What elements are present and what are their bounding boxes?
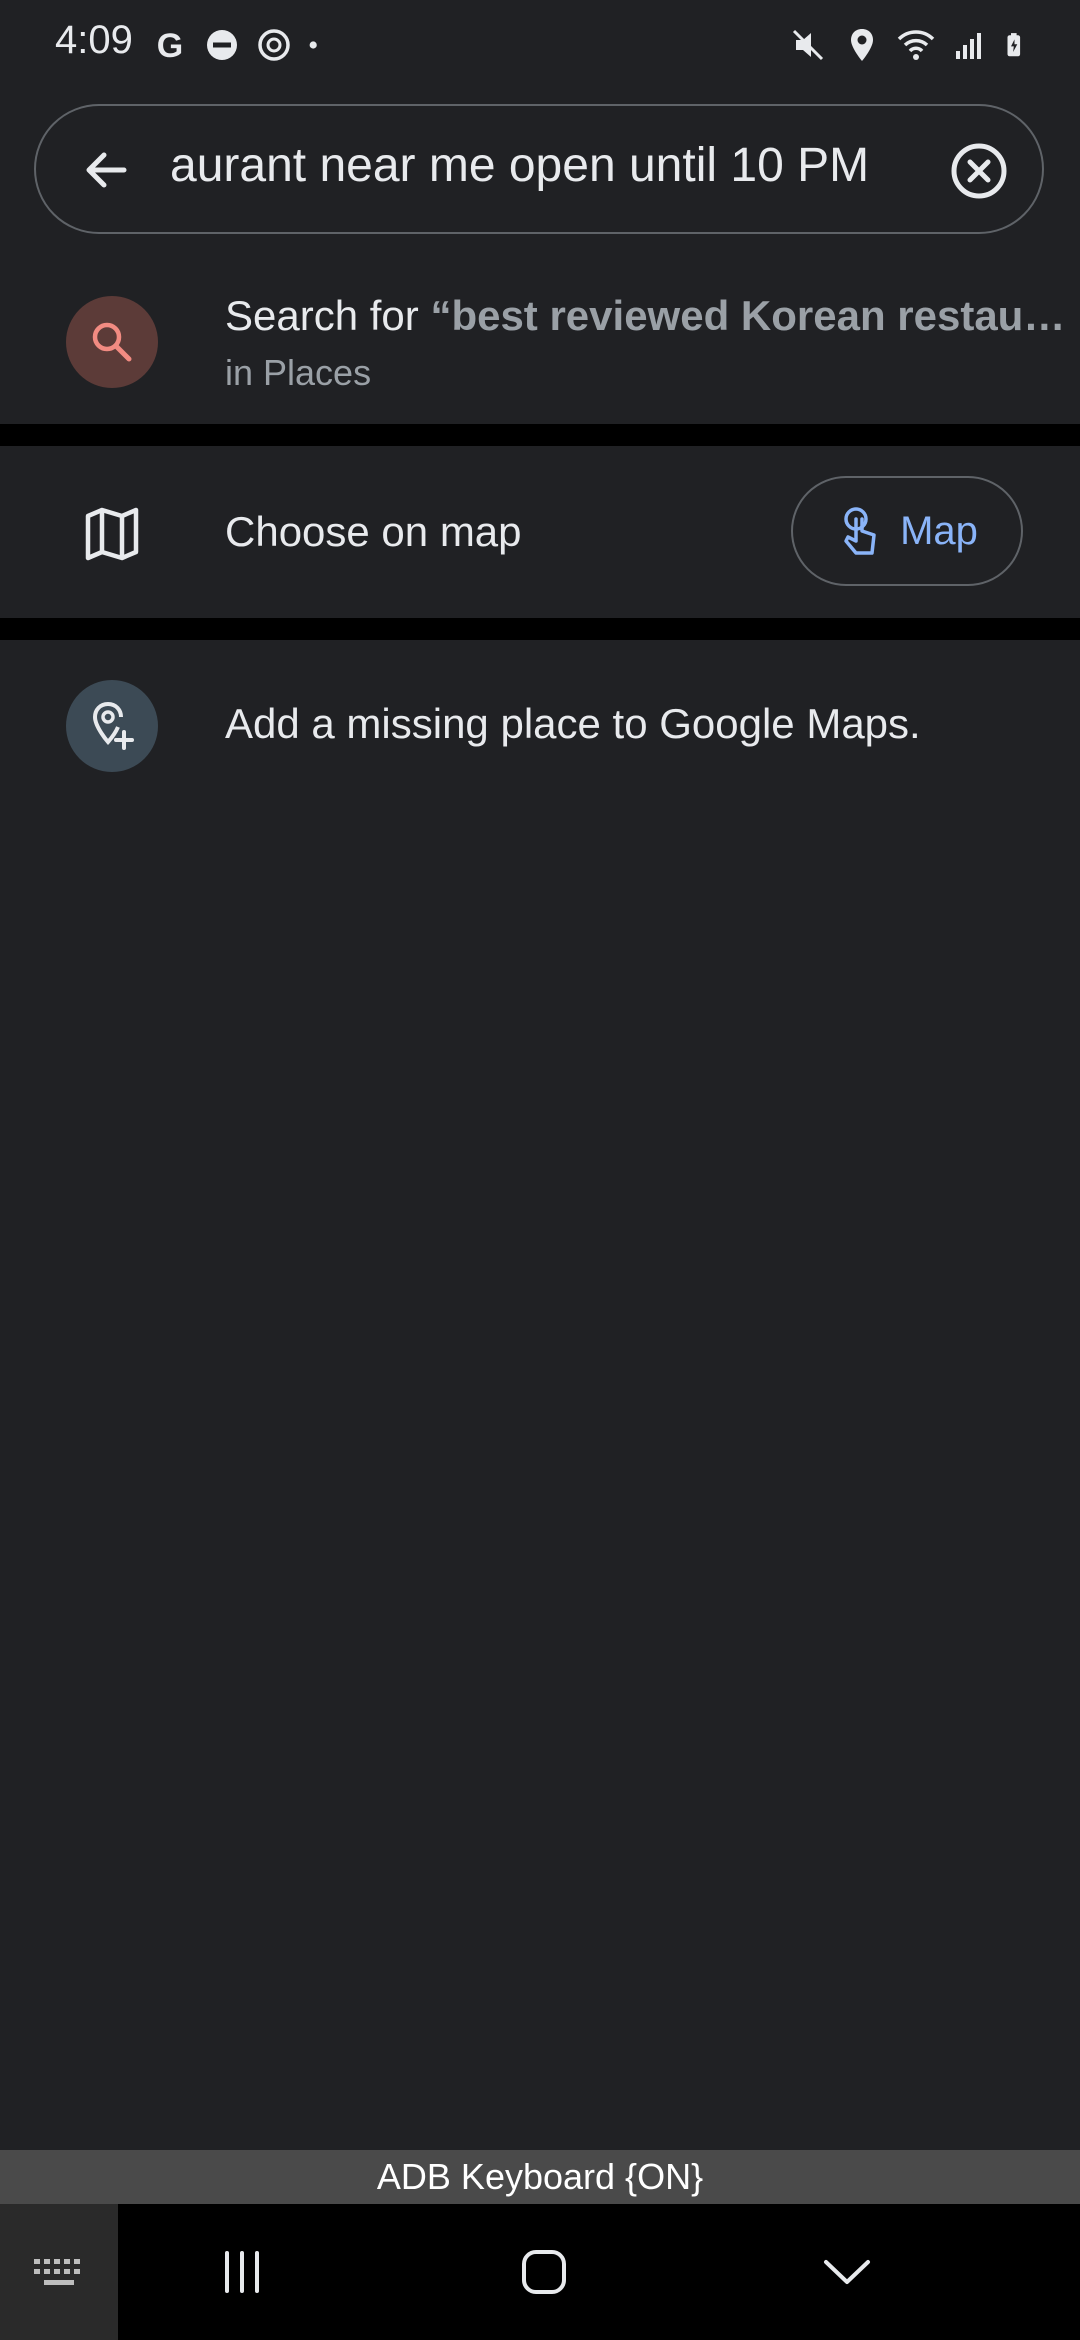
status-bar: 4:09 G [0,0,1080,90]
chevron-down-icon [824,2260,870,2284]
wifi-icon [897,30,935,60]
do-not-disturb-icon [207,30,237,60]
battery-charging-icon [1007,33,1021,57]
clear-search-button[interactable] [944,136,1014,206]
status-left-icons: G [150,22,330,68]
back-button[interactable] [66,130,146,210]
choose-on-map-row[interactable]: Choose on map Map [0,448,1080,618]
search-icon [92,322,132,362]
section-divider [0,424,1080,446]
recent-apps-icon [225,2251,259,2293]
choose-on-map-label: Choose on map [225,508,522,555]
suggestion-title: Search for “best reviewed Korean restau… [225,292,1080,340]
sync-icon [258,29,290,61]
section-divider [0,618,1080,640]
add-location-icon [92,702,134,750]
keyboard-icon [34,2259,80,2285]
search-query-text: aurant near me open until 10 PM [170,139,870,192]
dot-icon [309,41,317,49]
clear-icon [951,143,1007,199]
keyboard-switch-button[interactable] [0,2204,118,2340]
search-bar[interactable]: aurant near me open until 10 PM [34,104,1044,234]
suggestion-prefix: Search for [225,292,431,339]
signal-icon [956,33,981,59]
keyboard-status-banner: ADB Keyboard {ON} [0,2150,1080,2204]
svg-text:G: G [157,27,183,65]
mute-icon [792,29,824,61]
keyboard-status-text: ADB Keyboard {ON} [376,2156,704,2197]
home-icon [522,2250,566,2294]
map-icon [85,507,139,561]
hide-keyboard-button[interactable] [802,2232,892,2312]
recent-apps-button[interactable] [197,2232,287,2312]
status-time: 4:09 [55,18,133,62]
location-icon [851,29,873,61]
search-input[interactable]: aurant near me open until 10 PM [170,138,950,193]
map-button[interactable]: Map [791,476,1023,586]
status-right-icons [788,22,1032,68]
suggestion-subtitle: in Places [225,352,372,393]
add-place-icon-container [66,680,158,772]
add-missing-place-label: Add a missing place to Google Maps. [225,700,921,747]
arrow-back-icon [86,152,127,188]
home-button[interactable] [499,2232,589,2312]
google-g-icon: G [157,27,183,65]
suggestion-query: “best reviewed Korean restau… [430,292,1066,339]
touch-icon [844,507,876,555]
search-suggestion-item[interactable]: Search for “best reviewed Korean restau…… [0,272,1080,424]
map-button-label: Map [900,508,978,553]
suggestion-icon-container [66,296,158,388]
navigation-bar [0,2204,1080,2340]
add-missing-place-row[interactable]: Add a missing place to Google Maps. [0,660,1080,790]
